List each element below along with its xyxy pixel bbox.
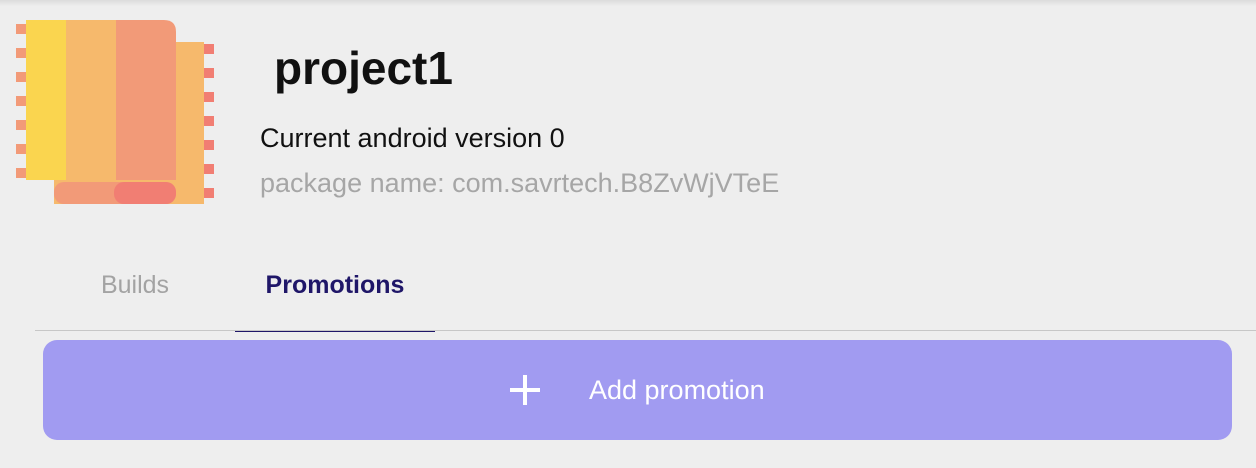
tab-promotions-label: Promotions <box>265 270 405 299</box>
tab-bar: Builds Promotions <box>35 240 1256 332</box>
tab-divider <box>35 330 1256 331</box>
project-title: project1 <box>274 42 453 94</box>
add-promotion-label: Add promotion <box>589 375 765 405</box>
app-book-icon <box>14 18 218 206</box>
add-promotion-button[interactable]: Add promotion <box>43 340 1232 440</box>
tab-builds[interactable]: Builds <box>35 240 235 330</box>
plus-icon <box>509 374 541 406</box>
package-name-text: package name: com.savrtech.B8ZvWjVTeE <box>260 168 780 198</box>
tab-promotions[interactable]: Promotions <box>235 240 435 332</box>
top-shadow <box>0 0 1256 6</box>
project-page: project1 Current android version 0 packa… <box>0 0 1256 468</box>
android-version-text: Current android version 0 <box>260 123 565 153</box>
